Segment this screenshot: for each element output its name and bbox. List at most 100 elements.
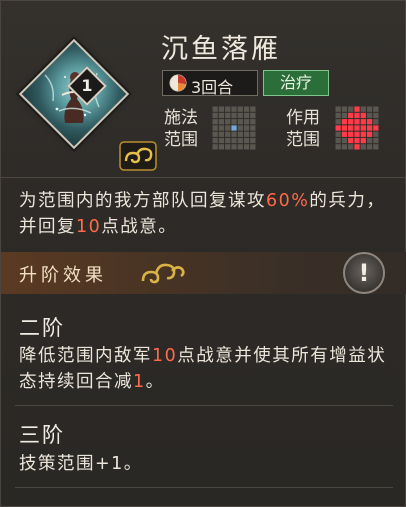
effect-range-cell <box>366 112 373 119</box>
cast-range-cell <box>212 119 218 125</box>
cast-range-cell <box>225 112 231 119</box>
highlight-value: 10 <box>152 346 178 366</box>
effect-range-cell <box>348 144 354 150</box>
effect-range-active-cell <box>354 144 360 150</box>
effect-range-cell <box>373 112 379 119</box>
cast-range-cell <box>225 144 231 150</box>
cast-range-cell <box>225 125 231 131</box>
effect-range-active-cell <box>360 112 366 119</box>
cast-range-cell <box>250 112 256 119</box>
cast-range-cell <box>243 119 250 125</box>
skill-icon: 1 <box>18 38 157 171</box>
cast-range-cell <box>250 131 256 137</box>
effect-range-cell <box>373 144 379 150</box>
cast-range-cell <box>218 131 225 137</box>
cast-range-cell <box>231 112 237 119</box>
cast-range-cell <box>212 144 218 150</box>
cast-range-cell <box>218 137 225 144</box>
effect-range-active-cell <box>366 119 373 125</box>
rank-3-description: 技策范围+1。 <box>19 454 143 474</box>
effect-range-cell <box>335 131 341 137</box>
cast-range-cell <box>212 125 218 131</box>
effect-range-active-cell <box>335 125 341 131</box>
effect-range-grid <box>335 106 379 150</box>
cast-range-cell <box>212 137 218 144</box>
cast-range-cell <box>250 137 256 144</box>
cast-range-cell <box>237 137 243 144</box>
effect-range-cell <box>366 144 373 150</box>
effect-range-active-cell <box>348 119 354 125</box>
effect-range-cell <box>335 144 341 150</box>
effect-range-cell <box>373 119 379 125</box>
effect-range-active-cell <box>360 131 366 137</box>
cast-range-cell <box>250 144 256 150</box>
cast-range-cell <box>243 137 250 144</box>
cast-range-cell <box>237 112 243 119</box>
effect-range-active-cell <box>354 137 360 144</box>
highlight-value: 1 <box>133 372 146 392</box>
skill-tooltip-panel: 1 沉鱼落雁 3回合 治疗 施法 范围 作用 范围 为范围内的我方部队回复谋攻6… <box>0 0 406 507</box>
effect-range-active-cell <box>373 125 379 131</box>
effect-range-active-cell <box>348 137 354 144</box>
effect-range-active-cell <box>354 125 360 131</box>
exclamation-icon[interactable]: ! <box>343 252 385 294</box>
effect-range-active-cell <box>360 137 366 144</box>
effect-range-active-cell <box>341 131 348 137</box>
effect-range-active-cell <box>348 131 354 137</box>
pie-timer-icon <box>169 74 187 92</box>
effect-range-cell <box>366 137 373 144</box>
rank-3-title: 三阶 <box>19 423 65 447</box>
effect-range-active-cell <box>348 112 354 119</box>
cast-range-cell <box>243 125 250 131</box>
effect-range-active-cell <box>354 131 360 137</box>
cast-range-cell <box>218 119 225 125</box>
highlight-value: 10 <box>76 217 102 237</box>
cooldown-tag: 3回合 <box>162 70 258 97</box>
cast-range-label-line1: 施法 <box>164 108 198 128</box>
effect-range-active-cell <box>341 125 348 131</box>
upgrade-title: 升阶效果 <box>19 265 107 286</box>
effect-range-cell <box>335 112 341 119</box>
skill-name: 沉鱼落雁 <box>161 34 281 65</box>
effect-range-active-cell <box>366 125 373 131</box>
cast-range-cell <box>237 119 243 125</box>
cast-range-cell <box>231 119 237 125</box>
effect-range-cell <box>360 144 366 150</box>
gold-cloud-icon <box>141 263 185 284</box>
effect-range-cell <box>348 106 354 112</box>
effect-range-label: 作用 范围 <box>283 107 323 151</box>
rank-divider <box>15 487 393 488</box>
rank-divider <box>15 405 393 406</box>
cast-range-cell <box>218 112 225 119</box>
cast-range-cell <box>218 125 225 131</box>
skill-level: 1 <box>81 76 93 95</box>
cast-range-cell <box>212 112 218 119</box>
effect-range-active-cell <box>348 125 354 131</box>
effect-range-cell <box>341 144 348 150</box>
cast-range-cell <box>212 106 218 112</box>
cast-range-cell <box>225 137 231 144</box>
rank-2-title: 二阶 <box>19 316 65 340</box>
cast-range-cell <box>250 119 256 125</box>
cast-range-cell <box>237 125 243 131</box>
effect-range-active-cell <box>366 131 373 137</box>
cast-range-cell <box>250 125 256 131</box>
cast-range-cell <box>225 131 231 137</box>
cast-range-label-line2: 范围 <box>164 130 198 150</box>
cast-range-cell <box>237 144 243 150</box>
effect-range-active-cell <box>341 119 348 125</box>
highlight-value: 60% <box>266 191 310 211</box>
effect-range-cell <box>366 106 373 112</box>
effect-range-cell <box>341 112 348 119</box>
cast-range-label: 施法 范围 <box>161 107 201 151</box>
cast-range-cell <box>243 131 250 137</box>
skill-type-tag: 治疗 <box>263 70 329 96</box>
effect-range-label-line2: 范围 <box>286 130 320 150</box>
effect-range-active-cell <box>360 125 366 131</box>
cast-range-cell <box>225 119 231 125</box>
cast-range-grid <box>212 106 256 150</box>
cast-range-cell <box>250 106 256 112</box>
cast-range-cell <box>237 106 243 112</box>
rank-2-description: 降低范围内敌军10点战意并使其所有增益状态持续回合减1。 <box>19 346 387 392</box>
cast-range-cell <box>231 106 237 112</box>
